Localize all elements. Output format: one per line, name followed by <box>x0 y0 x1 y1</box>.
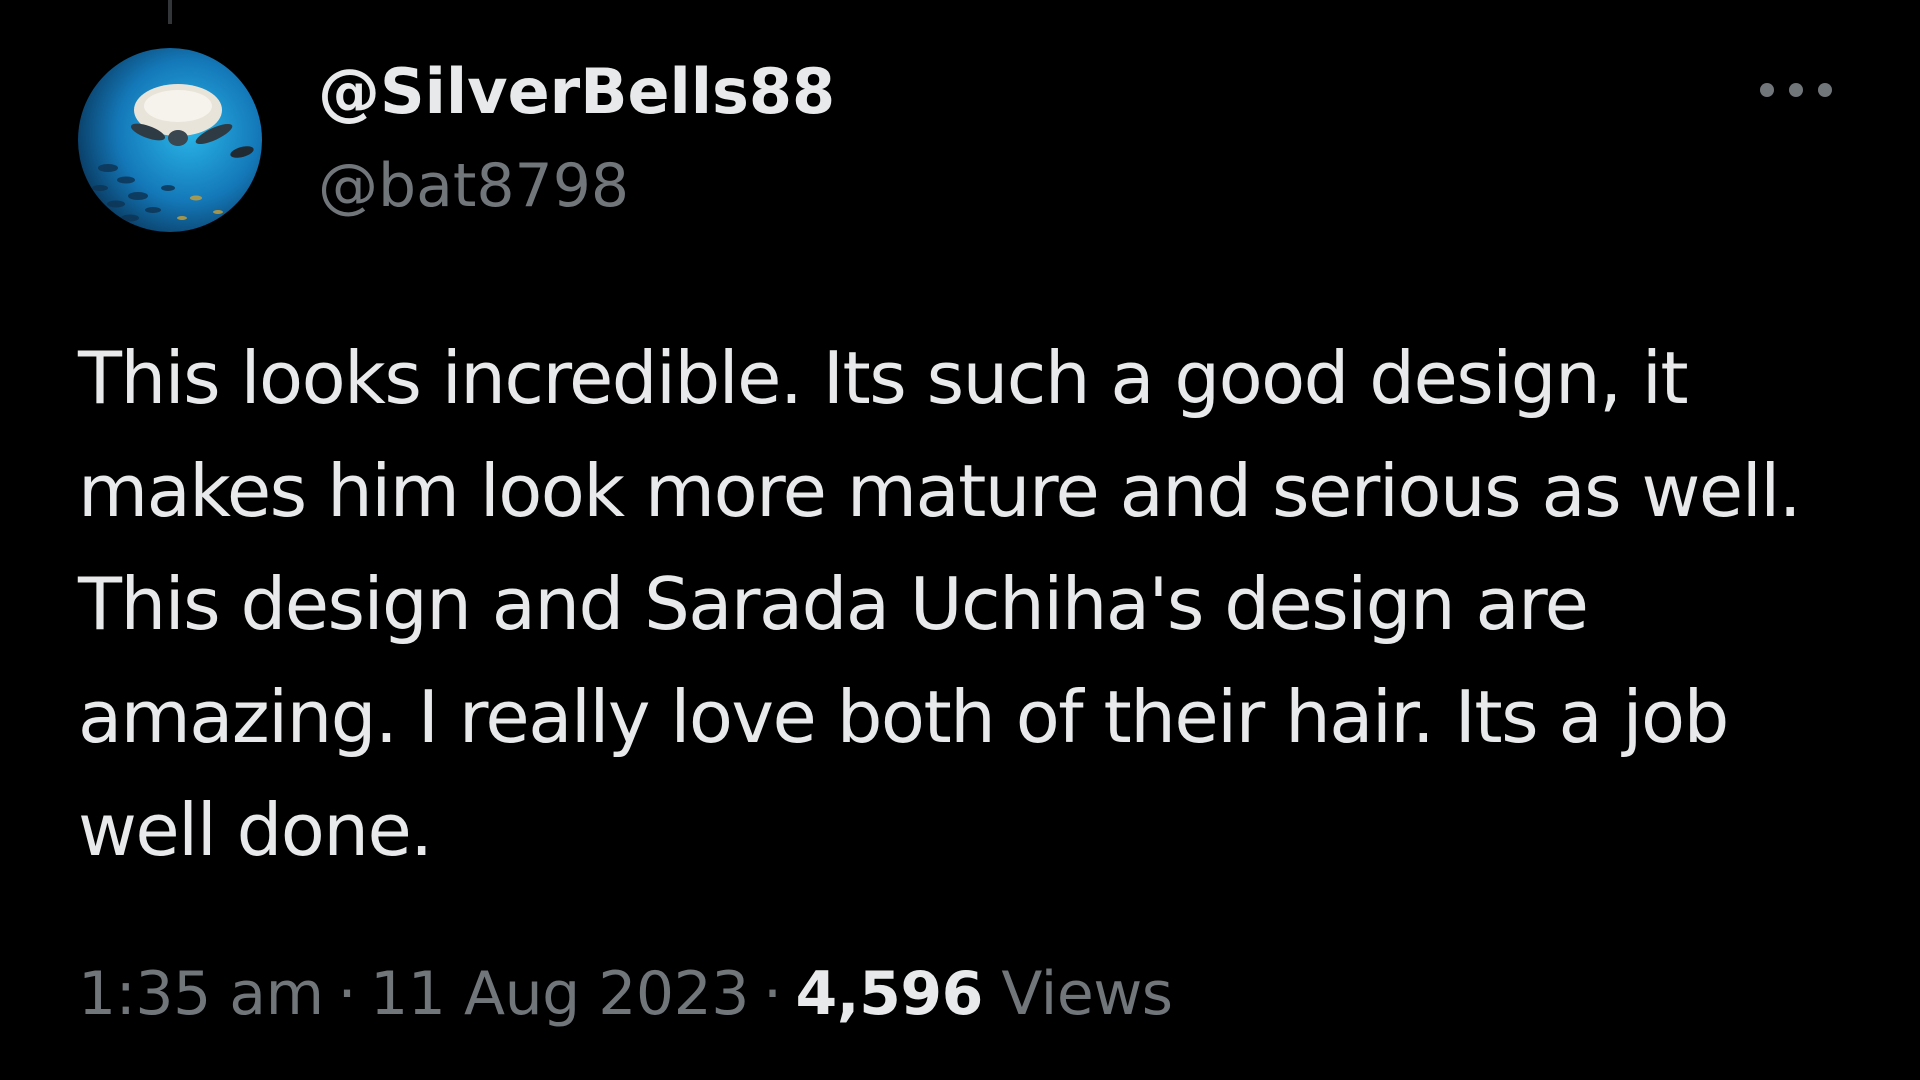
separator: · <box>762 959 782 1029</box>
more-horizontal-icon-dot <box>1818 83 1832 97</box>
avatar[interactable] <box>78 48 262 232</box>
tweet-text-line: well done. <box>78 788 433 872</box>
views-count[interactable]: 4,596 <box>796 959 984 1029</box>
tweet-text-line: This design and Sarada Uchiha's design a… <box>78 562 1589 646</box>
tweet-text-line: amazing. I really love both of their hai… <box>78 675 1729 759</box>
tweet-date[interactable]: 11 Aug 2023 <box>370 959 749 1029</box>
tweet-metadata: 1:35 am · 11 Aug 2023 · 4,596 Views <box>78 958 1173 1030</box>
more-horizontal-icon-dot <box>1789 83 1803 97</box>
author-handle[interactable]: @bat8798 <box>318 150 629 222</box>
more-options-button[interactable] <box>1760 70 1832 110</box>
sea-turtle-avatar-icon <box>78 48 262 232</box>
views-label[interactable]: Views <box>1001 959 1173 1029</box>
tweet-text-line: This looks incredible. Its such a good d… <box>78 336 1689 420</box>
thread-connector-line <box>168 0 172 24</box>
separator: · <box>337 959 357 1029</box>
more-horizontal-icon <box>1760 83 1774 97</box>
author-display-name[interactable]: @SilverBells88 <box>318 56 835 128</box>
tweet-time[interactable]: 1:35 am <box>78 959 324 1029</box>
tweet-text: This looks incredible. Its such a good d… <box>78 322 1878 887</box>
tweet-text-line: makes him look more mature and serious a… <box>78 449 1802 533</box>
